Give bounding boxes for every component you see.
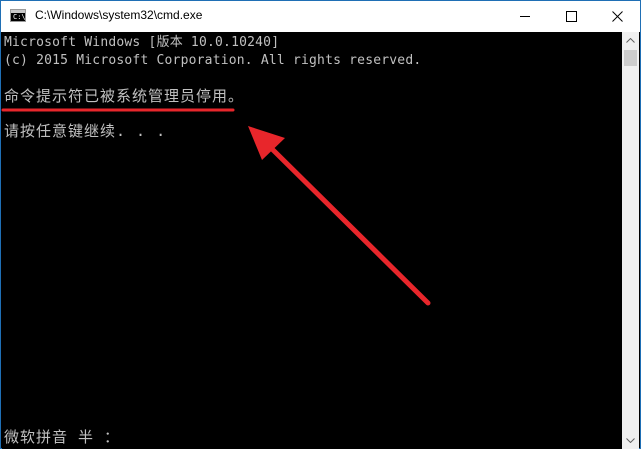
minimize-icon xyxy=(520,16,530,17)
chevron-up-icon xyxy=(626,38,635,43)
chevron-down-icon xyxy=(626,438,635,443)
maximize-button[interactable] xyxy=(548,1,594,32)
console-line-press-any-key: 请按任意键继续. . . xyxy=(4,122,167,140)
cmd-icon-glyph: C:\ xyxy=(13,13,26,21)
cmd-window: C:\ C:\Windows\system32\cmd.exe Microsof… xyxy=(0,0,641,449)
scroll-down-button[interactable] xyxy=(622,432,639,449)
title-bar[interactable]: C:\ C:\Windows\system32\cmd.exe xyxy=(1,1,640,32)
close-icon xyxy=(612,11,623,22)
scroll-thumb[interactable] xyxy=(624,50,637,66)
maximize-icon xyxy=(566,11,577,22)
console-line-copyright: (c) 2015 Microsoft Corporation. All righ… xyxy=(4,53,422,68)
console-line-disabled-message: 命令提示符已被系统管理员停用。 xyxy=(4,87,245,105)
minimize-button[interactable] xyxy=(502,1,548,32)
window-title: C:\Windows\system32\cmd.exe xyxy=(35,8,203,22)
close-button[interactable] xyxy=(594,1,640,32)
cmd-icon[interactable]: C:\ xyxy=(10,9,26,22)
console-line-version: Microsoft Windows [版本 10.0.10240] xyxy=(4,35,280,50)
vertical-scrollbar[interactable] xyxy=(622,32,639,449)
ime-status-line: 微软拼音 半 ： xyxy=(4,428,121,446)
console-output[interactable]: Microsoft Windows [版本 10.0.10240] (c) 20… xyxy=(2,32,622,449)
scroll-up-button[interactable] xyxy=(622,32,639,49)
